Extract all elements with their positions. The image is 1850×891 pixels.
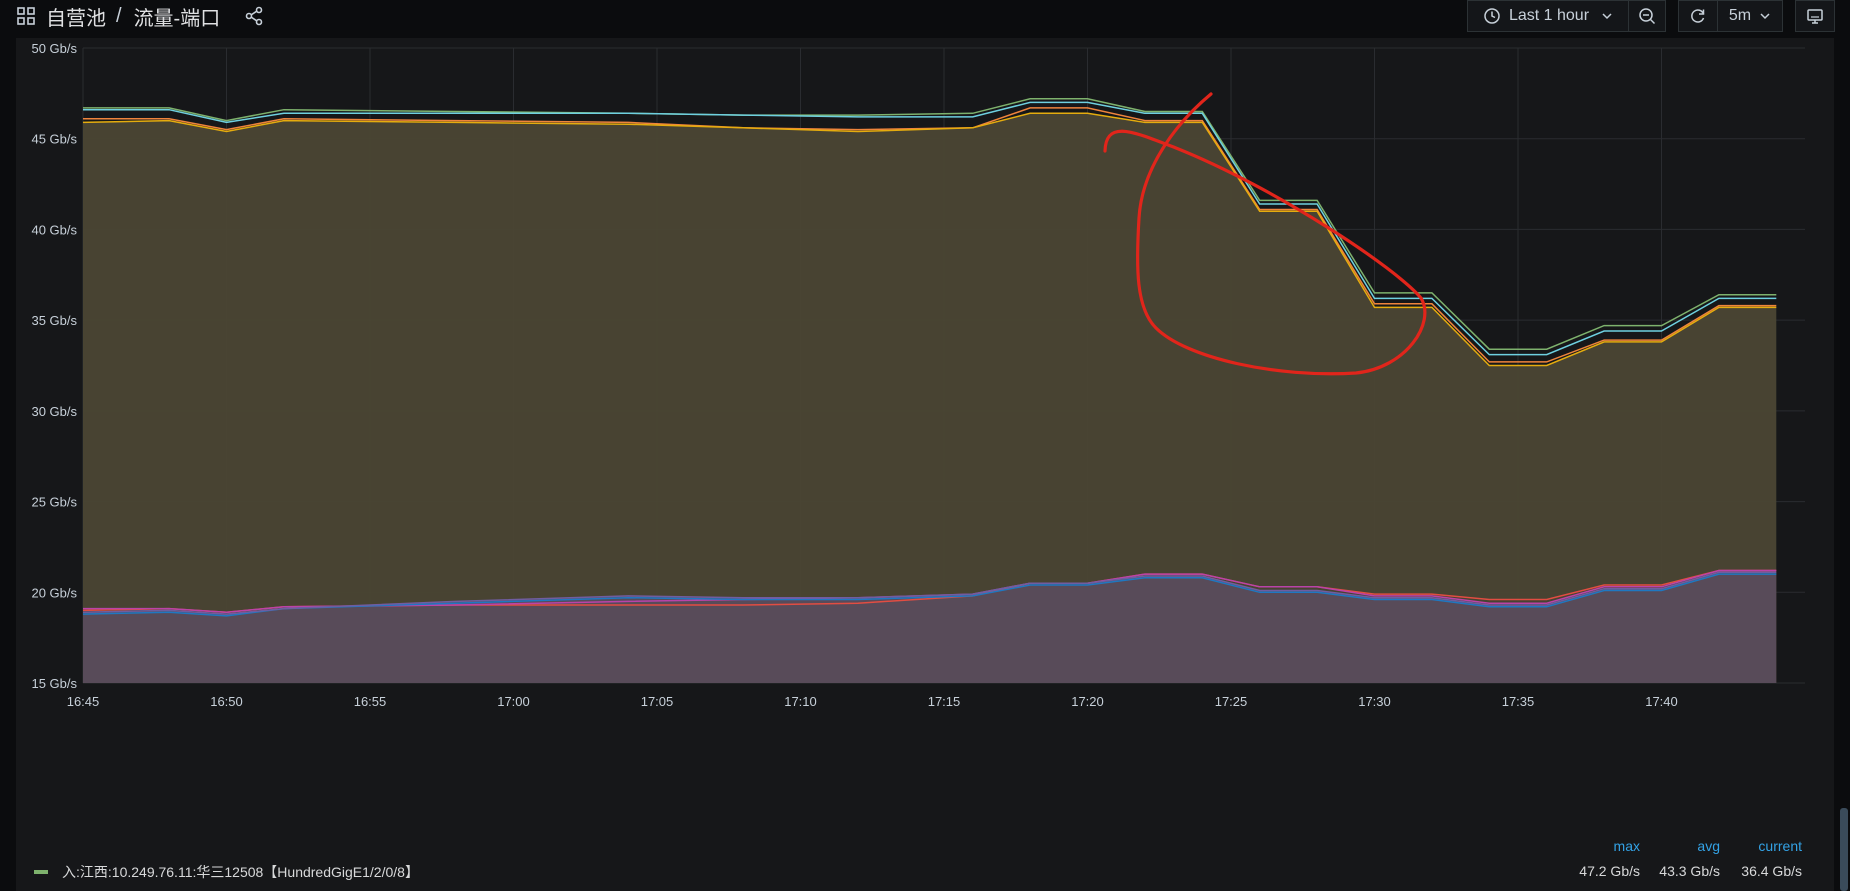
dashboard-header: 自营池 / 流量-端口 Last 1 hour 5m	[0, 0, 1850, 34]
legend-header-current[interactable]: current	[1728, 838, 1802, 854]
x-tick-label: 17:00	[497, 694, 530, 709]
breadcrumb-folder[interactable]: 自营池	[46, 2, 106, 31]
traffic-chart[interactable]: 15 Gb/s 20 Gb/s 25 Gb/s 30 Gb/s 35 Gb/s 40 Gb…	[16, 38, 1834, 828]
x-tick-label: 16:45	[67, 694, 100, 709]
tv-mode-button[interactable]	[1795, 0, 1835, 32]
zoom-out-button[interactable]	[1628, 0, 1666, 32]
grid-icon[interactable]	[16, 6, 36, 26]
x-tick-label: 17:15	[928, 694, 961, 709]
y-tick-label: 30 Gb/s	[31, 404, 77, 419]
x-tick-label: 17:25	[1215, 694, 1248, 709]
time-range-label: Last 1 hour	[1508, 7, 1590, 24]
refresh-interval-label: 5m	[1728, 7, 1752, 24]
x-tick-label: 17:30	[1358, 694, 1391, 709]
legend-series-swatch[interactable]	[34, 870, 48, 874]
refresh-interval-picker[interactable]: 5m	[1717, 0, 1783, 32]
refresh-button[interactable]	[1678, 0, 1718, 32]
x-tick-label: 17:40	[1645, 694, 1678, 709]
graph-legend: max avg current 入:江西:10.249.76.11:华三1250…	[16, 832, 1834, 891]
x-tick-label: 17:35	[1502, 694, 1535, 709]
breadcrumb-separator: /	[116, 4, 122, 27]
legend-series-name[interactable]: 入:江西:10.249.76.11:华三12508【HundredGigE1/2…	[62, 862, 419, 882]
y-tick-label: 35 Gb/s	[31, 313, 77, 328]
x-tick-label: 17:20	[1071, 694, 1104, 709]
legend-series-current: 36.4 Gb/s	[1741, 863, 1802, 879]
graph-panel: 15 Gb/s 20 Gb/s 25 Gb/s 30 Gb/s 35 Gb/s 40 Gb…	[16, 38, 1834, 891]
zoom-out-icon	[1639, 8, 1656, 25]
y-tick-label: 25 Gb/s	[31, 495, 77, 510]
x-tick-label: 16:55	[354, 694, 387, 709]
page-scrollbar[interactable]	[1840, 808, 1848, 891]
x-tick-label: 16:50	[210, 694, 243, 709]
chevron-down-icon	[1602, 13, 1612, 20]
time-range-picker[interactable]: Last 1 hour	[1467, 0, 1629, 32]
x-tick-label: 17:05	[641, 694, 674, 709]
legend-header-max[interactable]: max	[1596, 838, 1640, 854]
y-tick-label: 50 Gb/s	[31, 41, 77, 56]
clock-icon	[1484, 8, 1500, 24]
y-tick-label: 20 Gb/s	[31, 585, 77, 600]
breadcrumb: 自营池 / 流量-端口	[16, 2, 264, 30]
chevron-down-icon	[1760, 13, 1770, 20]
y-tick-label: 40 Gb/s	[31, 222, 77, 237]
dashboard-title[interactable]: 流量-端口	[134, 2, 221, 31]
refresh-icon	[1691, 9, 1705, 23]
share-icon[interactable]	[244, 6, 264, 26]
legend-header-avg[interactable]: avg	[1680, 838, 1720, 854]
y-tick-label: 15 Gb/s	[31, 676, 77, 691]
x-tick-label: 17:10	[784, 694, 817, 709]
tv-mode-icon	[1807, 9, 1823, 24]
y-tick-label: 45 Gb/s	[31, 132, 77, 147]
